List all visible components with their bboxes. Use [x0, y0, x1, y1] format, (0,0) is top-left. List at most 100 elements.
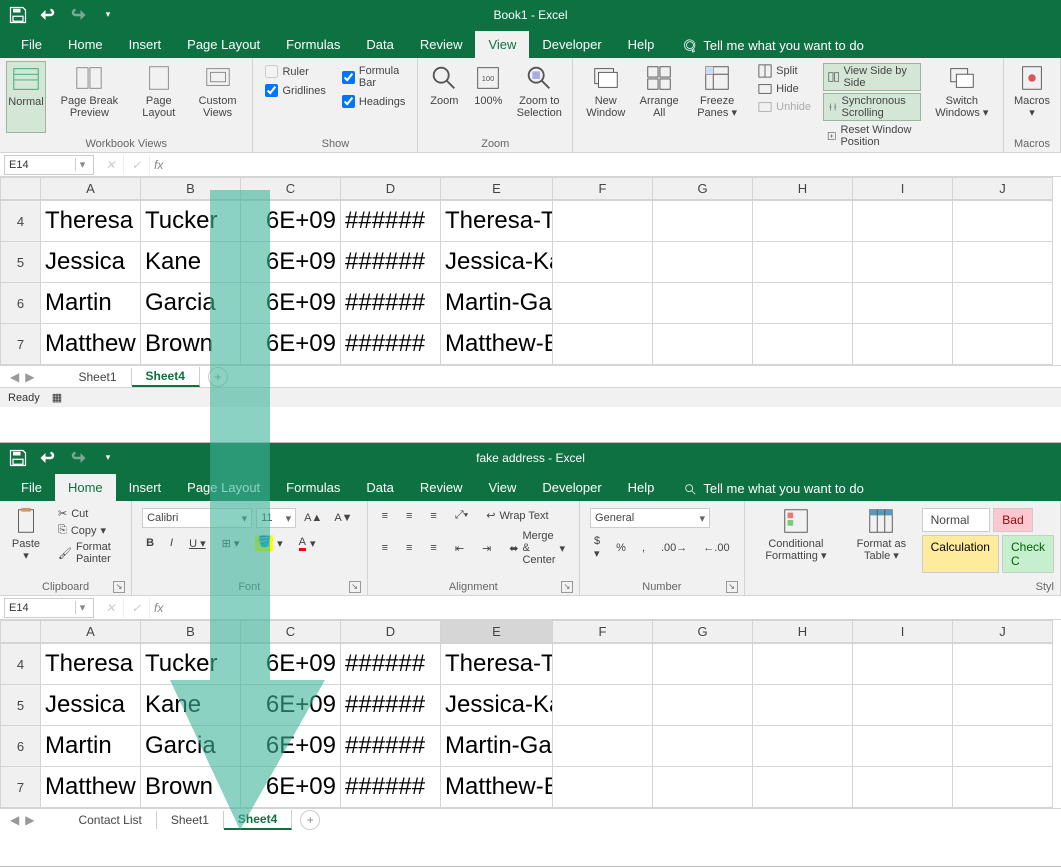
decrease-font-icon[interactable]: A▼: [330, 508, 356, 528]
column-header[interactable]: G: [653, 178, 753, 200]
save-icon[interactable]: [8, 5, 28, 25]
underline-button[interactable]: U ▾: [185, 534, 210, 552]
cut-button[interactable]: ✂Cut: [54, 506, 123, 521]
dialog-launcher-icon[interactable]: ↘: [349, 581, 361, 593]
cell[interactable]: ######: [341, 324, 441, 365]
cell[interactable]: [853, 767, 953, 808]
fx-icon[interactable]: fx: [150, 158, 167, 172]
cell[interactable]: Jessica: [41, 242, 141, 283]
tab-page-layout[interactable]: Page Layout: [174, 474, 273, 501]
hide-button[interactable]: Hide: [754, 81, 815, 97]
decrease-indent-icon[interactable]: ⇤: [451, 529, 468, 567]
cell[interactable]: 6E+09: [241, 242, 341, 283]
cell[interactable]: [753, 726, 853, 767]
decrease-decimal-icon[interactable]: ←.00: [699, 534, 733, 561]
tell-me-search[interactable]: Tell me what you want to do: [675, 476, 871, 501]
align-center-icon[interactable]: ≡: [402, 529, 416, 567]
normal-view-button[interactable]: Normal: [6, 61, 46, 133]
row-header[interactable]: 4: [1, 644, 41, 685]
tab-developer[interactable]: Developer: [529, 31, 614, 58]
cell[interactable]: 6E+09: [241, 324, 341, 365]
row-header[interactable]: 6: [1, 283, 41, 324]
cell[interactable]: [953, 685, 1053, 726]
new-window-button[interactable]: New Window: [579, 61, 632, 133]
conditional-formatting-button[interactable]: Conditional Formatting ▾: [751, 504, 842, 576]
gridlines-checkbox[interactable]: Gridlines: [265, 84, 325, 97]
cell[interactable]: [753, 767, 853, 808]
tell-me-search[interactable]: Tell me what you want to do: [675, 33, 871, 58]
cell[interactable]: Martin-Garcia-20/05/2022: [441, 726, 553, 767]
cell[interactable]: Kane: [141, 685, 241, 726]
tab-developer[interactable]: Developer: [529, 474, 614, 501]
redo-icon[interactable]: [68, 448, 88, 468]
zoom-selection-button[interactable]: Zoom to Selection: [512, 61, 566, 133]
new-sheet-button[interactable]: +: [300, 810, 320, 830]
percent-format-icon[interactable]: %: [612, 534, 630, 561]
cell[interactable]: [553, 685, 653, 726]
cell[interactable]: Theresa: [41, 644, 141, 685]
cell-style-normal[interactable]: Normal: [922, 508, 991, 532]
cell[interactable]: ######: [341, 242, 441, 283]
view-side-by-side-button[interactable]: View Side by Side: [823, 63, 921, 91]
cell[interactable]: [853, 324, 953, 365]
cell[interactable]: 6E+09: [241, 685, 341, 726]
qat-customize-icon[interactable]: ▾: [98, 5, 118, 25]
tab-view[interactable]: View: [475, 474, 529, 501]
cell[interactable]: [653, 726, 753, 767]
cell[interactable]: Theresa-Tucker-20/03/2022: [441, 644, 553, 685]
cell[interactable]: 6E+09: [241, 283, 341, 324]
cell[interactable]: ######: [341, 767, 441, 808]
cell[interactable]: [653, 242, 753, 283]
synchronous-scrolling-button[interactable]: Synchronous Scrolling: [823, 93, 921, 121]
cell[interactable]: ######: [341, 685, 441, 726]
cell[interactable]: [553, 283, 653, 324]
cell[interactable]: Matthew-Brown-20/06/2022: [441, 324, 553, 365]
cell[interactable]: Martin: [41, 726, 141, 767]
tab-page-layout[interactable]: Page Layout: [174, 31, 273, 58]
page-break-preview-button[interactable]: Page Break Preview: [50, 61, 129, 133]
ruler-checkbox[interactable]: Ruler: [265, 65, 325, 78]
column-header[interactable]: A: [41, 621, 141, 643]
cell[interactable]: Matthew-Brown-20/06/2022: [441, 767, 553, 808]
cell[interactable]: [753, 685, 853, 726]
name-box[interactable]: E14▾: [4, 155, 94, 175]
formula-bar-checkbox[interactable]: Formula Bar: [342, 65, 405, 89]
cell[interactable]: ######: [341, 201, 441, 242]
cell[interactable]: Martin: [41, 283, 141, 324]
select-all-button[interactable]: [1, 621, 41, 643]
cell[interactable]: [653, 201, 753, 242]
select-all-button[interactable]: [1, 178, 41, 200]
column-header[interactable]: C: [241, 178, 341, 200]
custom-views-button[interactable]: Custom Views: [189, 61, 247, 133]
cell[interactable]: Matthew: [41, 767, 141, 808]
row-header[interactable]: 7: [1, 324, 41, 365]
column-header[interactable]: B: [141, 178, 241, 200]
cell[interactable]: Kane: [141, 242, 241, 283]
cell[interactable]: Tucker: [141, 644, 241, 685]
freeze-panes-button[interactable]: Freeze Panes ▾: [686, 61, 748, 133]
cell[interactable]: [753, 324, 853, 365]
cell[interactable]: [553, 726, 653, 767]
column-header[interactable]: D: [341, 178, 441, 200]
tab-formulas[interactable]: Formulas: [273, 31, 353, 58]
column-header[interactable]: H: [753, 178, 853, 200]
tab-help[interactable]: Help: [615, 31, 668, 58]
cell[interactable]: 6E+09: [241, 767, 341, 808]
font-name-dropdown[interactable]: Calibri▾: [142, 508, 252, 528]
cell[interactable]: [953, 283, 1053, 324]
cell-style-check[interactable]: Check C: [1002, 535, 1054, 573]
borders-button[interactable]: ⊞ ▾: [218, 534, 244, 552]
row-header[interactable]: 7: [1, 767, 41, 808]
cell[interactable]: 6E+09: [241, 201, 341, 242]
column-header[interactable]: B: [141, 621, 241, 643]
name-box[interactable]: E14▾: [4, 598, 94, 618]
cell[interactable]: [953, 644, 1053, 685]
page-layout-button[interactable]: Page Layout: [133, 61, 185, 133]
cell[interactable]: [753, 644, 853, 685]
cell[interactable]: Garcia: [141, 726, 241, 767]
tab-file[interactable]: File: [8, 31, 55, 58]
cell[interactable]: [953, 324, 1053, 365]
column-header[interactable]: J: [953, 621, 1053, 643]
formula-enter-icon[interactable]: ✓: [124, 155, 150, 175]
align-right-icon[interactable]: ≡: [426, 529, 440, 567]
